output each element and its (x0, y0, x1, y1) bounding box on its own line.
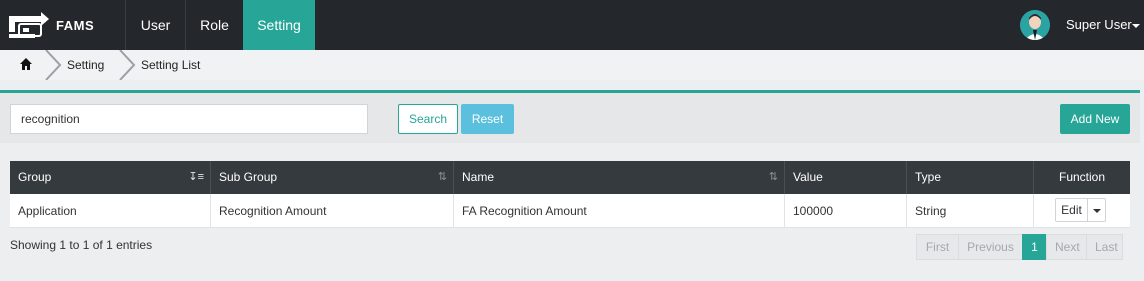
cell-sub-group: Recognition Amount (210, 194, 453, 228)
pagination-last[interactable]: Last (1086, 234, 1123, 260)
search-input[interactable] (10, 104, 368, 134)
chevron-down-icon[interactable] (1132, 24, 1140, 28)
pagination: First Previous 1 Next Last (916, 234, 1123, 260)
column-header-label: Sub Group (219, 170, 278, 184)
row-action-group: Edit (1055, 198, 1106, 222)
search-button[interactable]: Search (398, 104, 458, 134)
column-header-value: Value (784, 161, 906, 194)
pagination-first[interactable]: First (916, 234, 959, 260)
breadcrumb-item-setting[interactable]: Setting (67, 58, 104, 72)
table-info: Showing 1 to 1 of 1 entries (10, 238, 153, 252)
reset-button[interactable]: Reset (461, 104, 514, 134)
brand-logo[interactable]: FAMS (0, 0, 125, 50)
breadcrumb: Setting Setting List (0, 50, 1144, 80)
cell-group: Application (18, 204, 77, 218)
cell-value: 100000 (784, 194, 906, 228)
breadcrumb-item-setting-list: Setting List (141, 58, 201, 72)
pagination-page-1[interactable]: 1 (1022, 234, 1047, 260)
edit-button[interactable]: Edit (1055, 198, 1088, 222)
sort-icon[interactable]: ⇅ (438, 171, 447, 183)
column-header-group[interactable]: Group ↧≡ (10, 161, 210, 194)
sort-icon[interactable]: ⇅ (769, 171, 778, 183)
fams-logo-icon (9, 12, 49, 38)
cell-name: FA Recognition Amount (453, 194, 784, 228)
pagination-next[interactable]: Next (1046, 234, 1087, 260)
nav-item-user[interactable]: User (125, 0, 185, 50)
add-new-button[interactable]: Add New (1060, 104, 1130, 134)
avatar-icon (1020, 10, 1050, 40)
chevron-down-icon[interactable] (1088, 198, 1106, 222)
column-header-function: Function (1033, 161, 1130, 194)
column-header-label: Group (18, 170, 52, 184)
breadcrumb-separator-icon (45, 50, 62, 80)
brand-name: FAMS (56, 18, 95, 33)
column-header-label: Name (462, 170, 495, 184)
panel-toolbar: Search Reset Add New (0, 93, 1140, 143)
avatar[interactable] (1020, 10, 1050, 40)
pagination-previous[interactable]: Previous (958, 234, 1023, 260)
top-navbar: FAMS User Role Setting Super User (0, 0, 1144, 50)
nav-item-setting[interactable]: Setting (243, 0, 315, 50)
breadcrumb-separator-icon (119, 50, 136, 80)
nav-item-role[interactable]: Role (185, 0, 243, 50)
home-icon[interactable] (19, 57, 33, 71)
column-header-sub-group[interactable]: Sub Group ⇅ (210, 161, 453, 194)
column-header-label: Function (1058, 170, 1106, 184)
column-header-type: Type (906, 161, 1033, 194)
sort-desc-icon[interactable]: ↧≡ (188, 171, 204, 183)
table-row: Application Recognition Amount FA Recogn… (10, 194, 1130, 228)
table-header: Group ↧≡ Sub Group ⇅ Name ⇅ Value Type F… (10, 161, 1130, 194)
user-menu-label[interactable]: Super User (1066, 17, 1132, 32)
column-header-name[interactable]: Name ⇅ (453, 161, 784, 194)
column-header-label: Value (793, 170, 823, 184)
column-header-label: Type (915, 170, 942, 184)
cell-type: String (906, 194, 1033, 228)
